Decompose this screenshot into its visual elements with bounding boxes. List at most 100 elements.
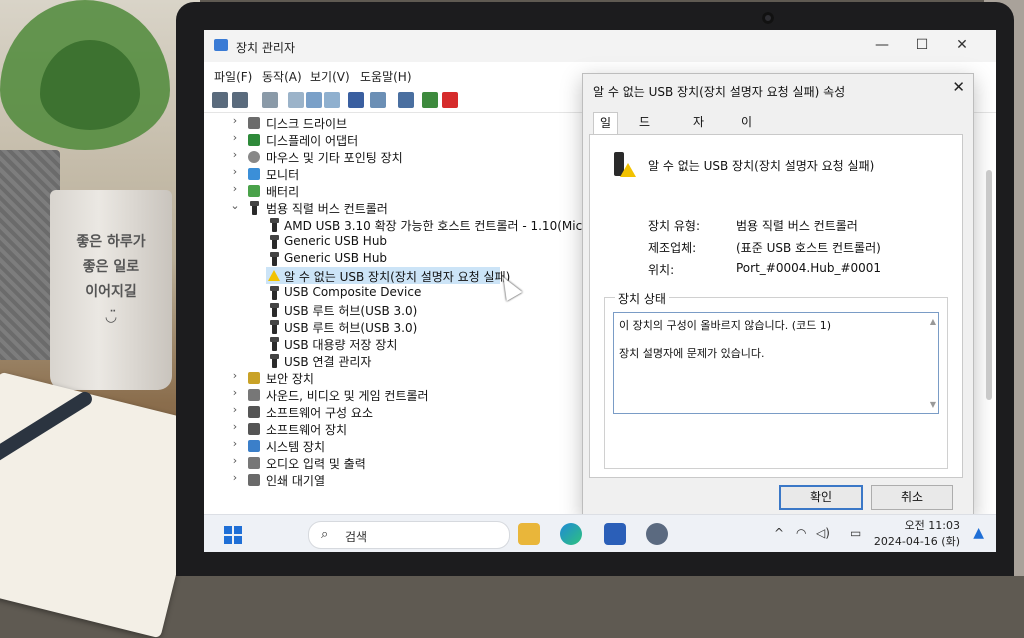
location-label: 위치: <box>648 263 675 277</box>
scroll-up-icon[interactable]: ▲ <box>930 317 936 326</box>
file-explorer-icon[interactable] <box>518 523 540 545</box>
add-driver-icon[interactable] <box>422 92 438 108</box>
back-arrow-icon[interactable] <box>212 92 228 108</box>
mug-text-line: 좋은 일로 <box>82 259 140 275</box>
taskbar-search[interactable]: ⌕ 검색 <box>308 521 510 549</box>
chevron-right-icon[interactable]: › <box>230 148 240 161</box>
scan-hardware-icon[interactable] <box>306 92 322 108</box>
scroll-down-icon[interactable]: ▼ <box>930 400 936 409</box>
tree-item-label: 배터리 <box>266 185 300 199</box>
volume-icon[interactable]: ◁) <box>816 526 830 540</box>
wifi-icon[interactable]: ◠ <box>796 526 806 540</box>
system-icon <box>248 440 260 452</box>
windows-start-icon[interactable] <box>224 526 242 544</box>
tree-item-label: USB 루트 허브(USB 3.0) <box>284 304 418 318</box>
help-icon[interactable] <box>324 92 340 108</box>
tree-item-label: 디스크 드라이브 <box>266 117 348 131</box>
settings-gear-icon[interactable] <box>646 523 668 545</box>
cancel-button[interactable]: 취소 <box>871 485 953 510</box>
device-name: 알 수 없는 USB 장치(장치 설명자 요청 실패) <box>648 159 875 173</box>
device-type-value: 범용 직렬 버스 컨트롤러 <box>736 219 858 233</box>
chevron-right-icon[interactable]: › <box>230 437 240 450</box>
disable-device-icon[interactable] <box>370 92 386 108</box>
usb-icon <box>270 218 279 232</box>
chevron-right-icon[interactable]: › <box>230 369 240 382</box>
chevron-right-icon[interactable]: › <box>230 114 240 127</box>
close-button[interactable]: ✕ <box>944 34 980 56</box>
tree-item-label: 보안 장치 <box>266 372 314 386</box>
show-hide-tree-icon[interactable] <box>262 92 278 108</box>
manufacturer-label: 제조업체: <box>648 241 697 255</box>
clock[interactable]: 오전 11:03 2024-04-16 (화) <box>874 518 960 550</box>
properties-icon[interactable] <box>288 92 304 108</box>
menu-file[interactable]: 파일(F) <box>214 68 252 85</box>
tree-item-label: 소프트웨어 구성 요소 <box>266 406 373 420</box>
printer-icon <box>248 474 260 486</box>
mug-text-line: 좋은 하루가 <box>76 234 146 250</box>
chevron-right-icon[interactable]: › <box>230 403 240 416</box>
search-label: 검색 <box>345 530 368 544</box>
speaker-icon <box>248 389 260 401</box>
taskbar: ⌕ 검색 ^ ◠ ◁) ▭ 오전 11:03 2024-04-16 (화) ▲ <box>204 514 996 552</box>
menu-action[interactable]: 동작(A) <box>262 68 302 85</box>
monitor-icon <box>248 168 260 180</box>
tree-item-label: 알 수 없는 USB 장치(장치 설명자 요청 실패) <box>284 270 511 284</box>
time: 오전 11:03 <box>904 519 960 532</box>
device-tree: › 디스크 드라이브 › 디스플레이 어댑터 › 마우스 및 기타 포인팅 장치… <box>204 114 621 514</box>
menu-help[interactable]: 도움말(H) <box>360 68 412 85</box>
general-panel: 알 수 없는 USB 장치(장치 설명자 요청 실패) 장치 유형: 범용 직렬… <box>589 134 963 478</box>
usb-icon <box>270 337 279 351</box>
notification-bell-icon[interactable]: ▲ <box>973 525 984 541</box>
maximize-button[interactable]: ☐ <box>904 34 940 56</box>
chevron-right-icon[interactable]: › <box>230 454 240 467</box>
tree-item-label: AMD USB 3.10 확장 가능한 호스트 컨트롤러 - 1.10(Micr… <box>284 219 622 233</box>
monitor-scan-icon[interactable] <box>398 92 414 108</box>
edge-browser-icon[interactable] <box>560 523 582 545</box>
tree-item-label: USB Composite Device <box>284 285 422 299</box>
software-device-icon <box>248 423 260 435</box>
usb-icon <box>270 252 279 266</box>
minimize-button[interactable]: — <box>864 34 900 56</box>
ok-button[interactable]: 확인 <box>779 485 863 510</box>
chevron-right-icon[interactable]: › <box>230 386 240 399</box>
window-title: 장치 관리자 <box>236 41 296 55</box>
update-driver-icon[interactable] <box>348 92 364 108</box>
dialog-close-button[interactable]: ✕ <box>952 78 965 96</box>
location-value: Port_#0004.Hub_#0001 <box>736 261 882 275</box>
device-status-textbox[interactable]: 이 장치의 구성이 올바르지 않습니다. (코드 1) 장치 설명자에 문제가 … <box>613 312 939 414</box>
chevron-right-icon[interactable]: › <box>230 420 240 433</box>
store-icon[interactable] <box>604 523 626 545</box>
key-icon <box>248 372 260 384</box>
tab-general[interactable]: 일반 <box>593 112 619 151</box>
forward-arrow-icon[interactable] <box>232 92 248 108</box>
tree-item-label: 디스플레이 어댑터 <box>266 134 359 148</box>
status-line: 장치 설명자에 문제가 있습니다. <box>619 347 765 360</box>
warning-icon <box>268 270 280 281</box>
chevron-right-icon[interactable]: › <box>230 165 240 178</box>
chevron-right-icon[interactable]: › <box>230 471 240 484</box>
uninstall-device-icon[interactable] <box>442 92 458 108</box>
manufacturer-value: (표준 USB 호스트 컨트롤러) <box>736 241 881 255</box>
mouse-icon <box>248 151 260 163</box>
usb-icon <box>270 235 279 249</box>
scrollbar[interactable] <box>986 170 992 400</box>
tab-driver[interactable]: 드라이버 <box>633 112 656 192</box>
menu-view[interactable]: 보기(V) <box>310 68 350 85</box>
chevron-up-icon[interactable]: ^ <box>774 526 784 540</box>
tree-item-label: USB 대용량 저장 장치 <box>284 338 398 352</box>
tree-item-label: USB 연결 관리자 <box>284 355 372 369</box>
webcam <box>762 12 774 24</box>
tab-events[interactable]: 이벤트 <box>735 112 758 171</box>
chevron-down-icon[interactable]: ⌄ <box>230 199 240 212</box>
tree-item-label: 마우스 및 기타 포인팅 장치 <box>266 151 403 165</box>
tree-item-label: 소프트웨어 장치 <box>266 423 348 437</box>
tree-item-label: 인쇄 대기열 <box>266 474 326 488</box>
usb-icon <box>270 320 279 334</box>
chevron-right-icon[interactable]: › <box>230 182 240 195</box>
tab-details[interactable]: 자세히 <box>687 112 710 171</box>
tree-item-label: 오디오 입력 및 출력 <box>266 457 366 471</box>
tree-item-unknown-usb-device[interactable]: 알 수 없는 USB 장치(장치 설명자 요청 실패) <box>266 267 510 284</box>
chevron-right-icon[interactable]: › <box>230 131 240 144</box>
battery-tray-icon[interactable]: ▭ <box>850 526 861 540</box>
smiley-icon: ◡̈ <box>105 309 117 325</box>
